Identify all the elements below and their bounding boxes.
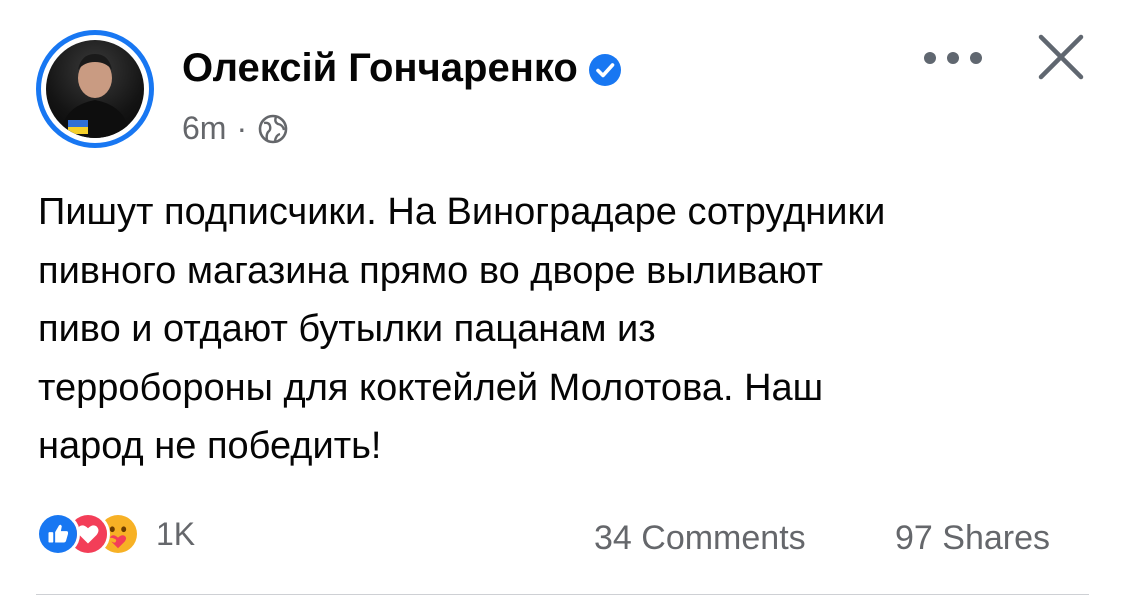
shares-link[interactable]: 97 Shares [895, 519, 1050, 558]
meta-separator: · [236, 110, 248, 146]
more-options-button[interactable] [918, 38, 988, 82]
close-icon [1035, 31, 1087, 88]
author-name-text: Олексій Гончаренко [182, 46, 578, 90]
divider [36, 594, 1089, 595]
post-meta: 6m · [182, 110, 289, 147]
author-name[interactable]: Олексій Гончаренко [182, 46, 622, 91]
post-text: Пишут подписчики. На Виноградаре сотрудн… [38, 183, 1098, 476]
like-icon [36, 512, 80, 556]
comments-link[interactable]: 34 Comments [594, 519, 806, 558]
verified-badge-icon [588, 52, 622, 86]
post-text-line: пиво и отдают бутылки пацанам из [38, 308, 656, 350]
close-button[interactable] [1030, 28, 1092, 90]
post-text-line: народ не победить! [38, 425, 382, 467]
facebook-post: Олексій Гончаренко 6m · Пишут подписчики… [0, 0, 1125, 596]
reactions-count: 1K [156, 515, 196, 552]
reactions-summary[interactable]: 1K [36, 512, 195, 556]
avatar-photo [46, 40, 144, 138]
post-text-line: терробороны для коктейлей Молотова. Наш [38, 366, 824, 409]
post-timestamp[interactable]: 6m [182, 110, 226, 147]
more-dots-icon [918, 48, 988, 73]
globe-icon[interactable] [257, 113, 289, 145]
post-text-line: пивного магазина прямо во дворе выливают [38, 249, 824, 292]
post-text-line: Пишут подписчики. На Виноградаре сотрудн… [38, 191, 886, 233]
avatar[interactable] [36, 30, 154, 148]
